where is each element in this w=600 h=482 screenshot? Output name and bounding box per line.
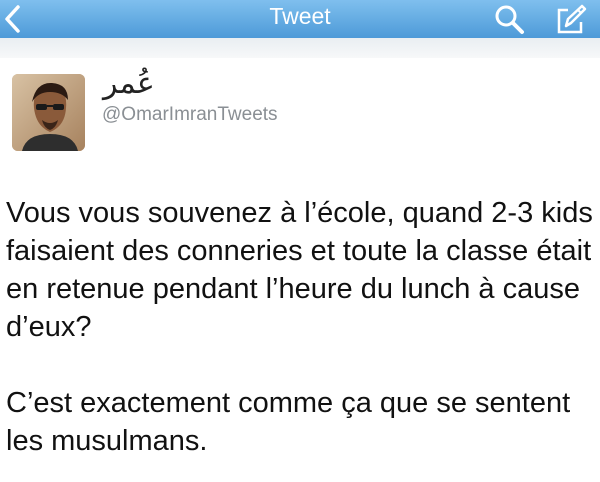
compose-icon[interactable] (554, 2, 588, 36)
search-icon[interactable] (492, 3, 526, 35)
header-divider (0, 38, 600, 58)
tweet-paragraph: Vous vous souvenez à l’école, quand 2-3 … (6, 197, 593, 343)
tweet-paragraph: C’est exactement comme ça que se sentent… (6, 387, 571, 457)
navigation-bar: Tweet (0, 0, 600, 38)
avatar[interactable] (12, 74, 85, 151)
tweet-text: Vous vous souvenez à l’école, quand 2-3 … (6, 194, 598, 460)
display-name[interactable]: عُمر (103, 66, 155, 101)
user-handle[interactable]: @OmarImranTweets (102, 104, 278, 126)
